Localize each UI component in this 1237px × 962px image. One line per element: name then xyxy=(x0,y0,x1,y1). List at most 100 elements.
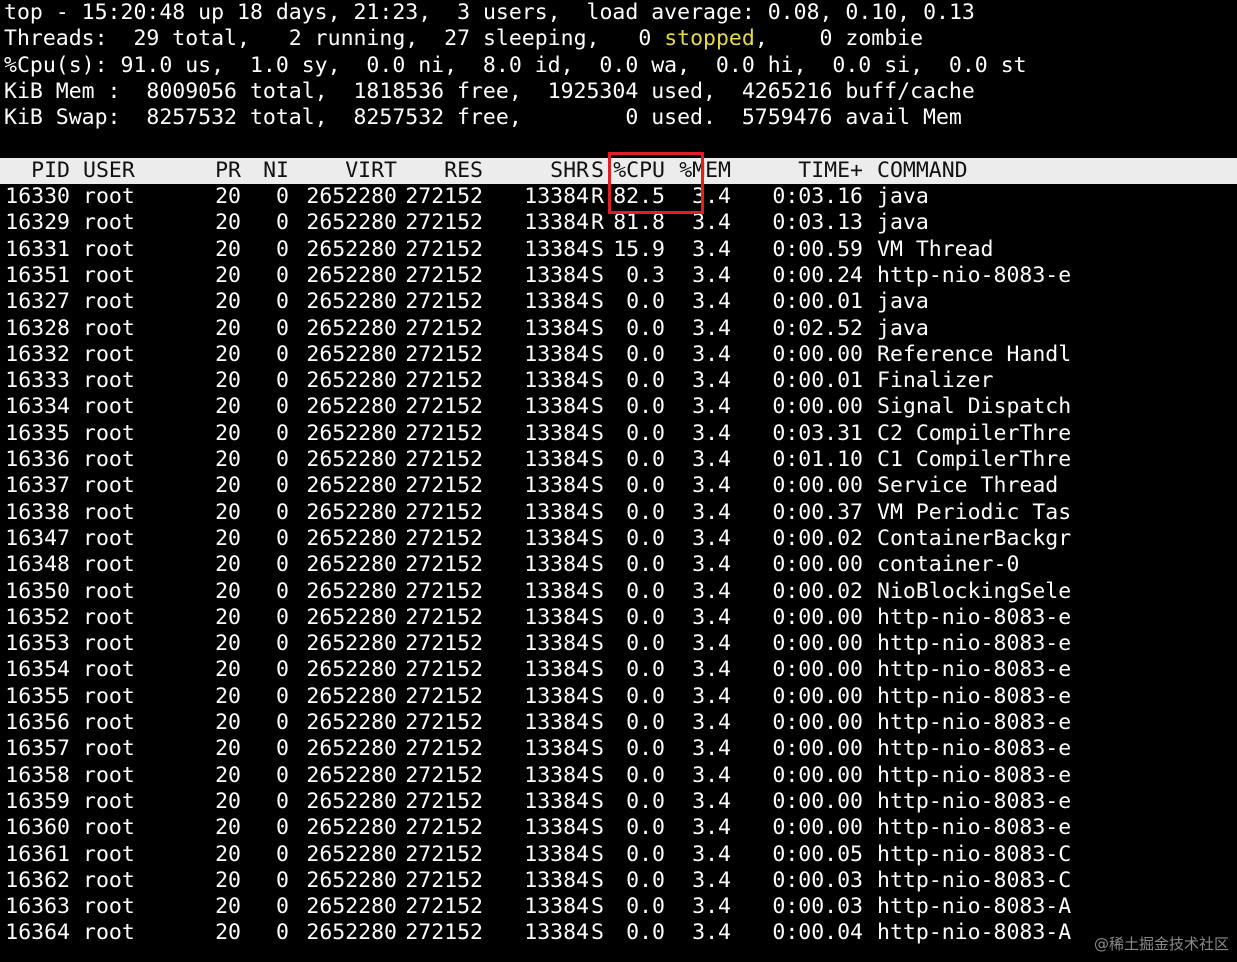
pid-cell: 16360 xyxy=(5,815,70,841)
res-cell: 272152 xyxy=(405,710,483,736)
col-command-header: COMMAND xyxy=(877,157,968,183)
shr-cell: 13384 xyxy=(524,447,589,473)
ni-cell: 0 xyxy=(276,657,289,683)
pid-cell: 16355 xyxy=(5,683,70,709)
cpu-cell: 0.0 xyxy=(626,710,665,736)
user-cell: root xyxy=(83,788,135,814)
pr-cell: 20 xyxy=(215,499,241,525)
res-cell: 272152 xyxy=(405,578,483,604)
watermark: @稀土掘金技术社区 xyxy=(1093,935,1229,953)
pr-cell: 20 xyxy=(215,420,241,446)
state-cell: S xyxy=(591,552,604,578)
pid-cell: 16327 xyxy=(5,289,70,315)
pid-cell: 16354 xyxy=(5,657,70,683)
state-cell: S xyxy=(591,236,604,262)
col-s-header: S xyxy=(591,157,604,183)
shr-cell: 13384 xyxy=(524,657,589,683)
user-cell: root xyxy=(83,762,135,788)
table-row: 16361 root 20 0 2652280 272152 13384S 0.0 3.4 0:0… xyxy=(4,842,1237,868)
pid-cell: 16334 xyxy=(5,394,70,420)
time-cell: 0:00.01 xyxy=(772,368,863,394)
load-values: 0.08, 0.10, 0.13 xyxy=(767,0,975,25)
table-row: 16354 root 20 0 2652280 272152 13384S 0.0 3.4 0:0… xyxy=(4,657,1237,683)
mem-cell: 3.4 xyxy=(692,525,731,551)
table-row: 16350 root 20 0 2652280 272152 13384S 0.0 3.4 0:0… xyxy=(4,579,1237,605)
user-cell: root xyxy=(83,710,135,736)
pid-cell: 16329 xyxy=(5,210,70,236)
mem-cell: 3.4 xyxy=(692,289,731,315)
cpu-cell: 0.0 xyxy=(626,841,665,867)
pr-cell: 20 xyxy=(215,315,241,341)
table-row: 16336 root 20 0 2652280 272152 13384S 0.0 3.4 0:0… xyxy=(4,447,1237,473)
shr-cell: 13384 xyxy=(524,631,589,657)
command-cell: http-nio-8083-e xyxy=(877,788,1072,814)
user-cell: root xyxy=(83,920,135,946)
user-cell: root xyxy=(83,894,135,920)
pid-cell: 16363 xyxy=(5,894,70,920)
pr-cell: 20 xyxy=(215,236,241,262)
state-cell: S xyxy=(591,525,604,551)
user-cell: root xyxy=(83,867,135,893)
pr-cell: 20 xyxy=(215,867,241,893)
res-cell: 272152 xyxy=(405,736,483,762)
command-cell: http-nio-8083-e xyxy=(877,262,1072,288)
user-cell: root xyxy=(83,815,135,841)
pr-cell: 20 xyxy=(215,578,241,604)
time-cell: 0:00.03 xyxy=(772,867,863,893)
table-row: 16328 root 20 0 2652280 272152 13384S 0.0 3.4 0:0… xyxy=(4,316,1237,342)
user-cell: root xyxy=(83,447,135,473)
command-cell: Signal Dispatch xyxy=(877,394,1072,420)
shr-cell: 13384 xyxy=(524,420,589,446)
cpu-cell: 0.0 xyxy=(626,341,665,367)
time-cell: 0:00.02 xyxy=(772,578,863,604)
command-cell: http-nio-8083-e xyxy=(877,762,1072,788)
time-cell: 0:02.52 xyxy=(772,315,863,341)
virt-cell: 2652280 xyxy=(306,710,397,736)
ni-cell: 0 xyxy=(276,394,289,420)
virt-cell: 2652280 xyxy=(306,236,397,262)
time-cell: 0:03.16 xyxy=(772,184,863,210)
terminal-window[interactable]: top - 15:20:48 up 18 days, 21:23, 3 user… xyxy=(0,0,1237,947)
mem-cell: 3.4 xyxy=(692,867,731,893)
command-cell: http-nio-8083-e xyxy=(877,736,1072,762)
command-cell: Reference Handl xyxy=(877,341,1072,367)
state-cell: S xyxy=(591,788,604,814)
pr-cell: 20 xyxy=(215,368,241,394)
mem-cell: 3.4 xyxy=(692,657,731,683)
shr-cell: 13384 xyxy=(524,604,589,630)
time-cell: 0:00.00 xyxy=(772,657,863,683)
time-cell: 0:00.00 xyxy=(772,473,863,499)
pr-cell: 20 xyxy=(215,552,241,578)
cpu-cell: 0.0 xyxy=(626,394,665,420)
table-row: 16337 root 20 0 2652280 272152 13384S 0.0 3.4 0:0… xyxy=(4,473,1237,499)
state-cell: S xyxy=(591,289,604,315)
col-pr-header: PR xyxy=(215,157,241,183)
command-cell: container-0 xyxy=(877,552,1020,578)
shr-cell: 13384 xyxy=(524,236,589,262)
res-cell: 272152 xyxy=(405,184,483,210)
res-cell: 272152 xyxy=(405,762,483,788)
threads-zombie: , 0 zombie xyxy=(754,26,924,52)
ni-cell: 0 xyxy=(276,683,289,709)
cpu-cell: 0.0 xyxy=(626,657,665,683)
mem-cell: 3.4 xyxy=(692,578,731,604)
res-cell: 272152 xyxy=(405,289,483,315)
res-cell: 272152 xyxy=(405,394,483,420)
pid-cell: 16351 xyxy=(5,262,70,288)
pr-cell: 20 xyxy=(215,762,241,788)
ni-cell: 0 xyxy=(276,499,289,525)
mem-cell: 3.4 xyxy=(692,815,731,841)
summary-threads-line: Threads: 29 total, 2 running, 27 sleepin… xyxy=(4,26,1237,52)
mem-cell: 3.4 xyxy=(692,894,731,920)
mem-cell: 3.4 xyxy=(692,604,731,630)
ni-cell: 0 xyxy=(276,184,289,210)
virt-cell: 2652280 xyxy=(306,736,397,762)
command-cell: java xyxy=(877,289,929,315)
table-row: 16362 root 20 0 2652280 272152 13384S 0.0 3.4 0:0… xyxy=(4,868,1237,894)
command-cell: java xyxy=(877,315,929,341)
pr-cell: 20 xyxy=(215,841,241,867)
pr-cell: 20 xyxy=(215,657,241,683)
pid-cell: 16358 xyxy=(5,762,70,788)
virt-cell: 2652280 xyxy=(306,341,397,367)
